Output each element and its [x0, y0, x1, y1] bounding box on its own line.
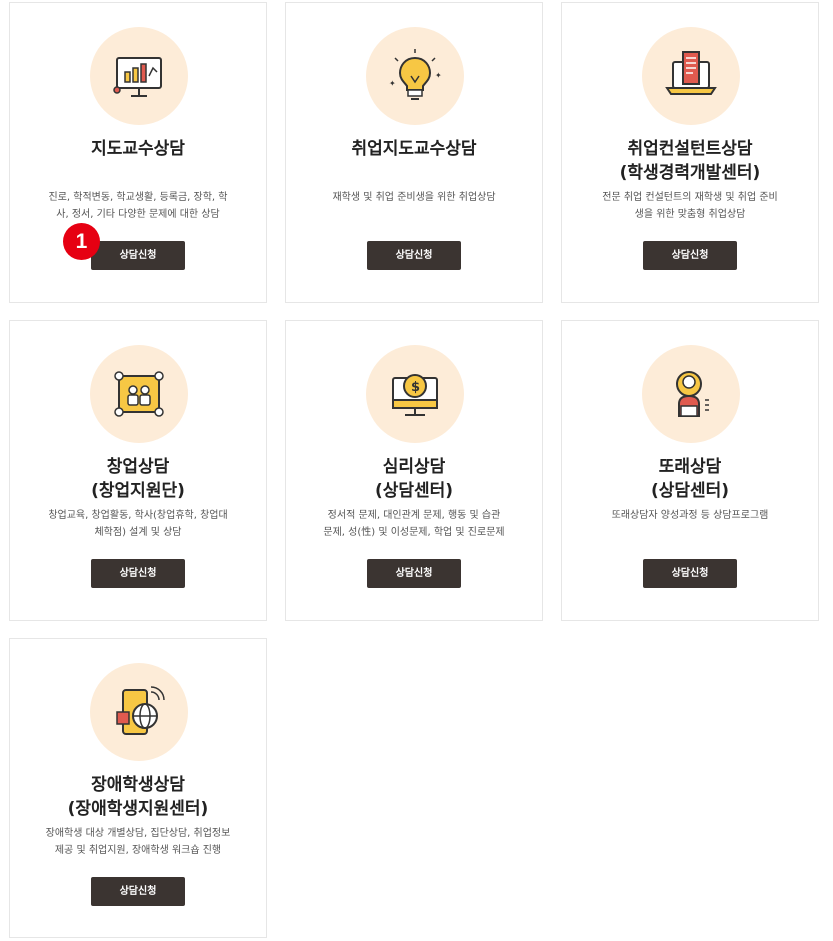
card-peer-counseling: 또래상담 (상담센터) 또래상담자 양성과정 등 상담프로그램 상담신청 [561, 320, 819, 621]
apply-button[interactable]: 상담신청 [91, 559, 185, 588]
svg-text:✦: ✦ [435, 71, 442, 80]
card-description: 진로, 학적변동, 학교생활, 등록금, 장학, 학 사, 정서, 기타 다양한… [48, 192, 228, 220]
card-description: 재학생 및 취업 준비생을 위한 취업상담 [332, 192, 496, 203]
card-career-consultant-counseling: 취업컨설턴트상담 (학생경력개발센터) 전문 취업 컨설턴트의 재학생 및 취업… [561, 2, 819, 303]
apply-button[interactable]: 상담신청 [643, 241, 737, 270]
lightbulb-icon: ✦ ✦ [366, 27, 464, 125]
card-title: 또래상담 (상담센터) [650, 457, 730, 501]
card-professor-counseling: 지도교수상담 진로, 학적변동, 학교생활, 등록금, 장학, 학 사, 정서,… [9, 2, 267, 303]
card-startup-counseling: 창업상담 (창업지원단) 창업교육, 창업활동, 학사(창업휴학, 창업대 체학… [9, 320, 267, 621]
card-description: 전문 취업 컨설턴트의 재학생 및 취업 준비 생을 위한 맞춤형 취업상담 [602, 192, 778, 220]
svg-text:✦: ✦ [389, 79, 396, 88]
card-description: 장애학생 대상 개별상담, 집단상담, 취업정보 제공 및 취업지원, 장애학생… [45, 828, 231, 856]
card-title: 취업컨설턴트상담 (학생경력개발센터) [619, 139, 761, 183]
svg-text:$: $ [411, 380, 420, 395]
monitor-dollar-icon: $ [366, 345, 464, 443]
card-disabled-student-counseling: 장애학생상담 (장애학생지원센터) 장애학생 대상 개별상담, 집단상담, 취업… [9, 638, 267, 938]
team-board-icon [90, 345, 188, 443]
card-title: 지도교수상담 [91, 139, 185, 159]
apply-button[interactable]: 상담신청 [367, 559, 461, 588]
phone-globe-icon [90, 663, 188, 761]
card-employment-professor-counseling: ✦ ✦ 취업지도교수상담 재학생 및 취업 준비생을 위한 취업상담 상담신청 [285, 2, 543, 303]
step-number-badge: 1 [63, 223, 100, 260]
presentation-chart-icon [90, 27, 188, 125]
card-description: 정서적 문제, 대인관계 문제, 행동 및 습관 문제, 성(性) 및 이성문제… [323, 510, 505, 538]
card-description: 창업교육, 창업활동, 학사(창업휴학, 창업대 체학점) 설계 및 상담 [48, 510, 228, 538]
apply-button[interactable]: 상담신청 [367, 241, 461, 270]
card-description: 또래상담자 양성과정 등 상담프로그램 [611, 510, 769, 521]
card-title: 취업지도교수상담 [351, 139, 477, 159]
person-counselor-icon [642, 345, 740, 443]
card-title: 창업상담 (창업지원단) [91, 457, 185, 501]
laptop-document-icon [642, 27, 740, 125]
apply-button[interactable]: 상담신청 [643, 559, 737, 588]
card-title: 심리상담 (상담센터) [374, 457, 454, 501]
apply-button[interactable]: 상담신청 [91, 877, 185, 906]
apply-button[interactable]: 상담신청 [91, 241, 185, 270]
card-title: 장애학생상담 (장애학생지원센터) [67, 775, 209, 819]
card-psychological-counseling: $ 심리상담 (상담센터) 정서적 문제, 대인관계 문제, 행동 및 습관 문… [285, 320, 543, 621]
